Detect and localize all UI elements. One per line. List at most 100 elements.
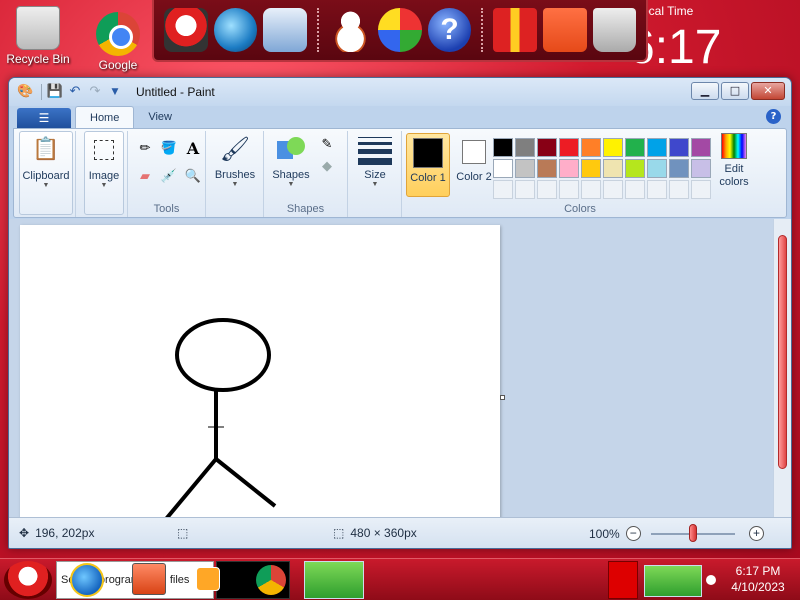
palette-swatch[interactable] — [647, 180, 667, 199]
undo-icon[interactable]: ↶ — [66, 83, 84, 101]
drawing-canvas[interactable] — [20, 225, 500, 517]
palette-swatch[interactable] — [691, 159, 711, 178]
brushes-label: Brushes — [214, 169, 256, 181]
text-icon[interactable]: A — [182, 139, 204, 159]
palette-swatch[interactable] — [493, 180, 513, 199]
control-panel-icon[interactable] — [263, 8, 307, 52]
tab-home[interactable]: Home — [75, 106, 135, 128]
start-button[interactable] — [4, 561, 52, 599]
close-button[interactable]: ✕ — [751, 82, 785, 100]
outline-icon[interactable]: ✎ — [316, 135, 338, 155]
media-player-icon[interactable] — [196, 567, 220, 591]
palette-swatch[interactable] — [515, 138, 535, 157]
color-picker-icon[interactable]: 💉 — [158, 167, 180, 187]
zoom-out-button[interactable]: − — [625, 526, 641, 541]
palette-swatch[interactable] — [537, 180, 557, 199]
clipboard-label: Clipboard — [22, 170, 70, 182]
title-bar[interactable]: 🎨 💾 ↶ ↷ ▼ Untitled - Paint ▁ □ ✕ — [9, 78, 791, 106]
selection-icon: ⬚ — [177, 526, 189, 540]
shapes-label: Shapes — [272, 169, 310, 181]
palette-swatch[interactable] — [493, 138, 513, 157]
fill-bucket-icon[interactable]: 🪣 — [158, 139, 180, 159]
snowman-icon[interactable] — [328, 8, 373, 52]
gift-icon[interactable] — [493, 8, 537, 52]
palette-swatch[interactable] — [537, 159, 557, 178]
palette-swatch[interactable] — [625, 180, 645, 199]
palette-swatch[interactable] — [669, 138, 689, 157]
paint-menu-button[interactable]: ☰ — [17, 108, 71, 128]
zoom-in-button[interactable]: + — [749, 526, 764, 541]
color-wheel-icon[interactable] — [378, 8, 422, 52]
palette-swatch[interactable] — [647, 159, 667, 178]
image-button[interactable]: Image ▼ — [84, 131, 124, 215]
santa-computer-icon[interactable] — [164, 8, 208, 52]
window-title: Untitled - Paint — [136, 85, 215, 99]
stick-figure-head — [175, 318, 271, 392]
clipboard-button[interactable]: 📋 Clipboard ▼ — [19, 131, 73, 215]
edit-colors-button[interactable]: Edit colors — [714, 133, 754, 189]
size-label: Size — [364, 169, 386, 181]
minimize-button[interactable]: ▁ — [691, 82, 719, 100]
desktop-icon-recycle-bin[interactable]: Recycle Bin — [2, 6, 74, 66]
fill-icon[interactable]: ◆ — [316, 157, 338, 177]
stick-figure-drawing — [165, 318, 277, 517]
vertical-scrollbar[interactable] — [773, 219, 791, 517]
internet-explorer-icon[interactable] — [70, 563, 104, 597]
brushes-button[interactable]: 🖌 Brushes ▼ — [210, 135, 260, 188]
scrollbar-thumb[interactable] — [778, 235, 787, 469]
move-cursor-icon: ✥ — [19, 526, 30, 540]
eraser-icon[interactable]: ▰ — [134, 167, 156, 187]
redo-icon[interactable]: ↷ — [86, 83, 104, 101]
taskbar-clock[interactable]: 6:17 PM 4/10/2023 — [718, 563, 798, 595]
color1-button[interactable]: Color 1 — [406, 133, 450, 197]
color2-button[interactable]: Color 2 — [452, 133, 496, 197]
canvas-resize-handle-right[interactable] — [500, 395, 505, 400]
palette-swatch[interactable] — [691, 180, 711, 199]
maximize-button[interactable]: □ — [721, 82, 749, 100]
palette-swatch[interactable] — [515, 180, 535, 199]
pencil-icon[interactable]: ✏ — [134, 139, 156, 159]
size-button[interactable]: Size ▼ — [352, 135, 398, 188]
palette-swatch[interactable] — [581, 180, 601, 199]
shapes-group-label: Shapes — [286, 203, 325, 215]
explorer-folder-icon[interactable] — [132, 563, 166, 595]
tray-network-icon[interactable] — [644, 565, 702, 597]
globe-icon[interactable] — [213, 8, 258, 52]
recycle-bin-dock-icon[interactable] — [592, 8, 637, 52]
magnifier-icon[interactable]: 🔍 — [182, 167, 204, 187]
palette-swatch[interactable] — [603, 180, 623, 199]
palette-swatch[interactable] — [669, 159, 689, 178]
save-icon[interactable]: 💾 — [46, 83, 64, 101]
palette-swatch[interactable] — [691, 138, 711, 157]
help-question-icon[interactable]: ? — [766, 109, 781, 124]
palette-swatch[interactable] — [603, 159, 623, 178]
canvas-workspace — [9, 219, 773, 517]
paint-taskbar-button[interactable] — [304, 561, 364, 599]
palette-swatch[interactable] — [559, 159, 579, 178]
palette-swatch[interactable] — [647, 138, 667, 157]
folder-icon[interactable] — [542, 8, 587, 52]
palette-swatch[interactable] — [559, 138, 579, 157]
palette-swatch[interactable] — [515, 159, 535, 178]
tray-status-icon[interactable] — [706, 575, 716, 585]
palette-swatch[interactable] — [493, 159, 513, 178]
help-icon[interactable]: ? — [427, 8, 472, 52]
palette-swatch[interactable] — [669, 180, 689, 199]
paint-app-icon[interactable]: 🎨 — [17, 84, 33, 100]
shapes-button[interactable]: Shapes ▼ — [266, 135, 316, 188]
desktop-icon-google[interactable]: Google — [82, 12, 154, 72]
desktop-icon-label: Google — [98, 58, 138, 72]
palette-swatch[interactable] — [537, 138, 557, 157]
color-palette — [492, 137, 712, 200]
palette-swatch[interactable] — [625, 159, 645, 178]
tab-view[interactable]: View — [134, 106, 186, 128]
palette-swatch[interactable] — [603, 138, 623, 157]
customize-quick-access-icon[interactable]: ▼ — [106, 83, 124, 101]
tray-app-icon[interactable] — [608, 561, 638, 599]
palette-swatch[interactable] — [581, 138, 601, 157]
zoom-slider-thumb[interactable] — [689, 524, 697, 542]
palette-swatch[interactable] — [581, 159, 601, 178]
palette-swatch[interactable] — [625, 138, 645, 157]
chrome-taskbar-icon[interactable] — [256, 565, 286, 595]
palette-swatch[interactable] — [559, 180, 579, 199]
